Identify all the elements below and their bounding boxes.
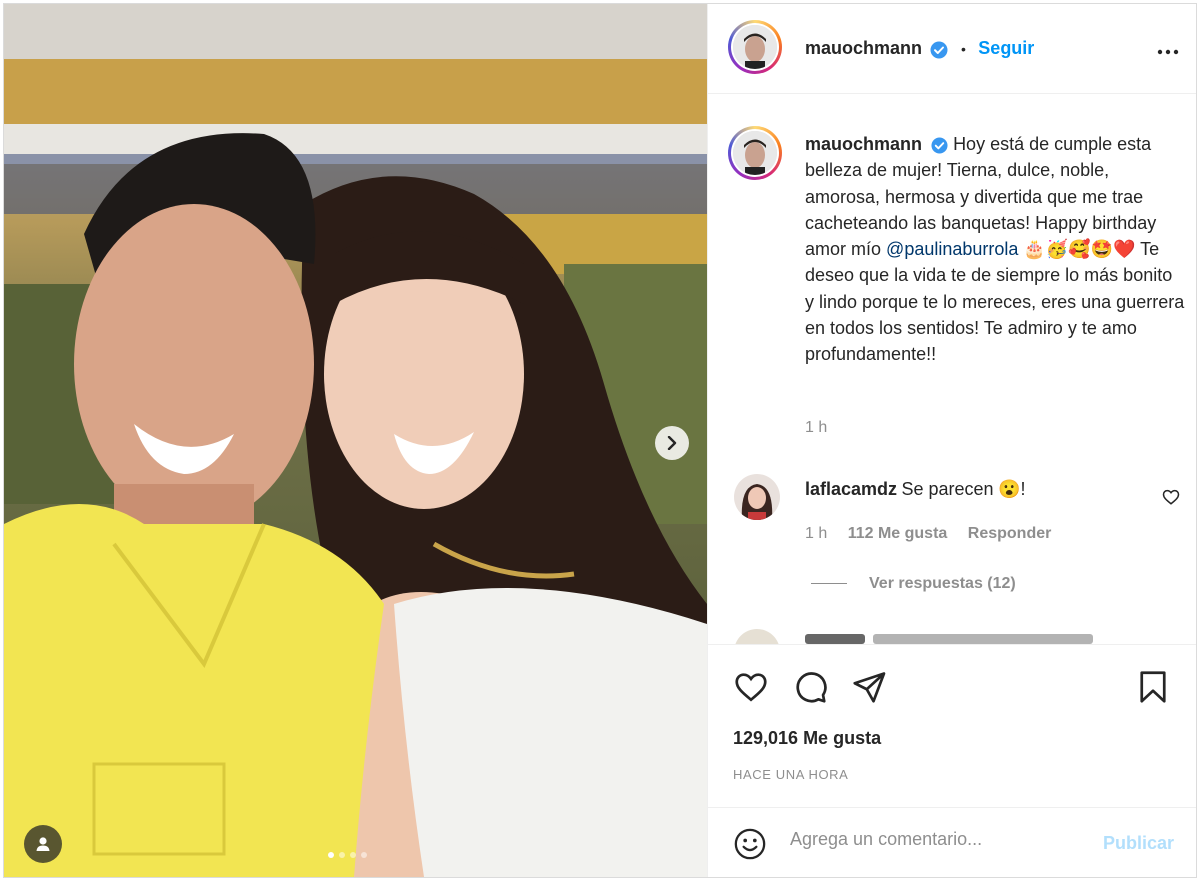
comment-trail: !	[1020, 479, 1026, 499]
post-caption: mauochmann Hoy está de cumple esta belle…	[805, 131, 1185, 368]
header-user-row: mauochmann • Seguir	[805, 38, 1034, 59]
like-comment-heart-icon[interactable]	[1162, 488, 1180, 506]
post-sidebar: mauochmann • Seguir mauochmann Hoy está …	[707, 4, 1196, 877]
commenter-username[interactable]: laflacamdz	[805, 479, 897, 499]
tagged-users-button[interactable]	[24, 825, 62, 863]
emoji-icon[interactable]	[733, 827, 767, 861]
commenter-avatar-image	[734, 474, 780, 520]
view-replies-label: Ver respuestas (12)	[869, 575, 1016, 592]
caption-emojis: 🎂🥳🥰🤩❤️	[1023, 239, 1136, 260]
post-header: mauochmann • Seguir	[708, 4, 1196, 94]
carousel-dot	[339, 852, 345, 858]
verified-badge-icon	[931, 137, 948, 154]
couple-selfie-image	[4, 4, 707, 877]
follow-button[interactable]: Seguir	[978, 38, 1034, 58]
reply-button[interactable]: Responder	[968, 525, 1052, 542]
comments-section[interactable]: mauochmann Hoy está de cumple esta belle…	[708, 94, 1196, 644]
verified-badge-icon	[930, 41, 948, 59]
post-dialog: mauochmann • Seguir mauochmann Hoy está …	[3, 3, 1197, 878]
post-timestamp[interactable]: HACE UNA HORA	[733, 767, 848, 782]
reply-line	[811, 583, 847, 585]
carousel-dot	[350, 852, 356, 858]
comment-meta: 1 h 112 Me gusta Responder	[805, 525, 1051, 543]
next-commenter-avatar[interactable]	[734, 629, 780, 644]
view-replies-button[interactable]: Ver respuestas (12)	[811, 575, 1016, 593]
share-icon[interactable]	[851, 669, 887, 705]
add-comment-bar: Publicar	[708, 807, 1196, 877]
publish-button[interactable]: Publicar	[1103, 833, 1174, 854]
comment-icon[interactable]	[792, 669, 828, 705]
next-photo-button[interactable]	[655, 426, 689, 460]
post-photo[interactable]	[4, 4, 707, 877]
comment-text: Se parecen	[901, 479, 994, 499]
comment-likes[interactable]: 112 Me gusta	[848, 525, 948, 542]
bookmark-icon[interactable]	[1135, 669, 1171, 705]
caption-time[interactable]: 1 h	[805, 419, 827, 437]
caption-username[interactable]: mauochmann	[805, 134, 922, 154]
heart-icon[interactable]	[733, 669, 769, 705]
author-username[interactable]: mauochmann	[805, 38, 922, 58]
comment-emoji: 😮	[998, 479, 1021, 499]
header-separator: •	[960, 41, 966, 57]
chevron-right-icon	[667, 436, 677, 450]
user-tag-icon	[36, 837, 50, 851]
comment-input[interactable]	[788, 828, 1092, 851]
comment-body: laflacamdz Se parecen 😮!	[805, 479, 1025, 500]
next-comment-username	[805, 634, 865, 644]
post-actions: 129,016 Me gusta HACE UNA HORA Publicar	[708, 644, 1196, 877]
author-avatar[interactable]	[728, 20, 782, 74]
carousel-dot	[328, 852, 334, 858]
caption-mention-link[interactable]: @paulinaburrola	[886, 239, 1018, 259]
commenter-avatar[interactable]	[734, 474, 780, 520]
author-avatar-image	[733, 25, 777, 69]
carousel-indicator	[328, 852, 367, 858]
caption-avatar-image	[733, 131, 777, 175]
comment-time[interactable]: 1 h	[805, 525, 827, 542]
carousel-dot	[361, 852, 367, 858]
next-comment-text	[873, 634, 1093, 644]
likes-count[interactable]: 129,016 Me gusta	[733, 728, 881, 749]
more-options-icon[interactable]	[1156, 40, 1180, 64]
caption-author-avatar[interactable]	[728, 126, 782, 180]
